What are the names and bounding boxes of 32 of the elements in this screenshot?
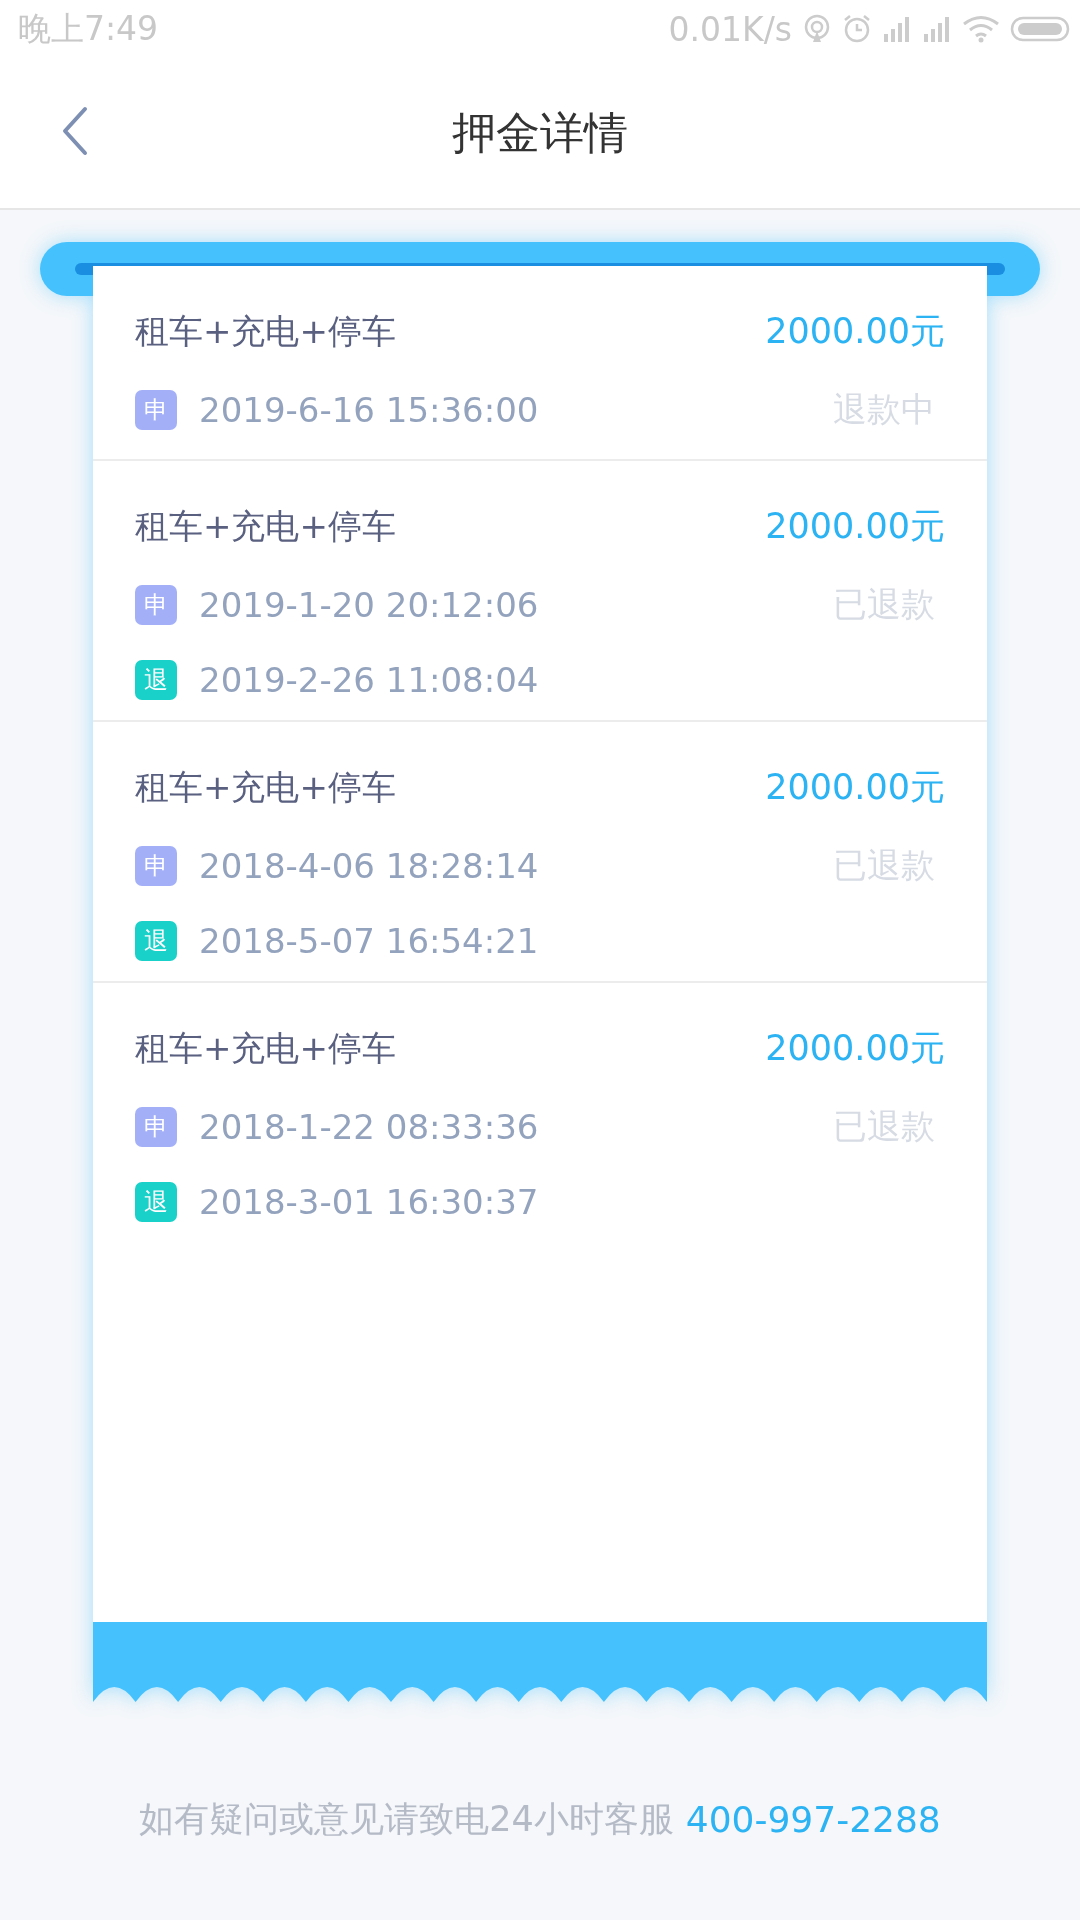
tag-label: 申: [135, 390, 177, 430]
deposit-title: 租车+充电+停车: [135, 504, 396, 548]
record-time: 2019-6-16 15:36:00: [199, 390, 539, 430]
tag-label: 退: [135, 660, 177, 700]
tag-label: 退: [135, 921, 177, 961]
tag-label: 申: [135, 585, 177, 625]
record-time: 2018-1-22 08:33:36: [199, 1107, 539, 1147]
tag-label: 退: [135, 1182, 177, 1222]
back-icon[interactable]: [60, 106, 90, 156]
record-time: 2018-5-07 16:54:21: [199, 921, 539, 961]
record-time: 2019-2-26 11:08:04: [199, 660, 539, 700]
tag-label: 申: [135, 1107, 177, 1147]
hotspot-icon: [802, 14, 832, 44]
signal-icon: [882, 16, 912, 42]
record-time: 2018-4-06 18:28:14: [199, 846, 539, 886]
signal-icon: [922, 16, 952, 42]
deposit-amount: 2000.00元: [765, 1027, 945, 1070]
record-time: 2019-1-20 20:12:06: [199, 585, 539, 625]
alarm-icon: [842, 14, 872, 44]
battery-icon: [1010, 15, 1070, 43]
phone-link[interactable]: 400-997-2288: [685, 1799, 941, 1840]
footer-note: 如有疑问或意见请致电24小时客服: [139, 1798, 674, 1841]
record-time: 2018-3-01 16:30:37: [199, 1182, 539, 1222]
deposit-title: 租车+充电+停车: [135, 309, 396, 353]
page-title: 押金详情: [452, 105, 628, 160]
deposit-amount: 2000.00元: [765, 310, 945, 353]
deposit-title: 租车+充电+停车: [135, 1026, 396, 1070]
deposit-amount: 2000.00元: [765, 505, 945, 548]
tag-label: 申: [135, 846, 177, 886]
wifi-icon: [962, 15, 1000, 43]
deposit-title: 租车+充电+停车: [135, 765, 396, 809]
deposit-amount: 2000.00元: [765, 766, 945, 809]
